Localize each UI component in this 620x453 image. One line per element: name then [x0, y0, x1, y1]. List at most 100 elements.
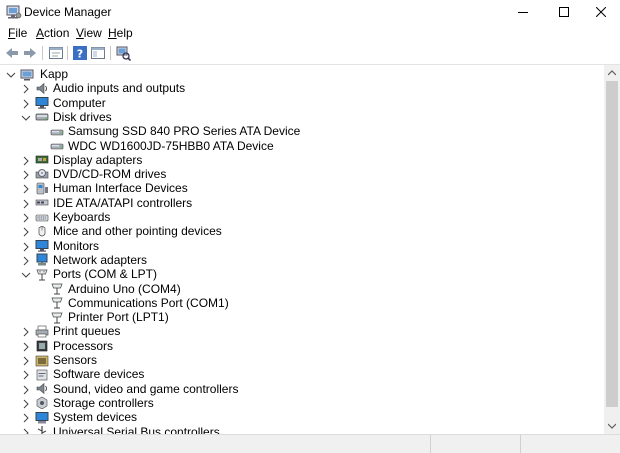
chevron-right-icon[interactable] [21, 213, 31, 223]
close-button[interactable] [586, 0, 616, 24]
toolbar-separator [110, 46, 111, 60]
maximize-button[interactable] [549, 0, 579, 24]
minimize-button[interactable] [508, 0, 538, 24]
expander-ports-com-lpt[interactable] [21, 269, 31, 279]
category-software-devices[interactable]: Software devices [35, 367, 144, 381]
category-audio-inputs-and-outputs[interactable]: Audio inputs and outputs [35, 81, 185, 95]
root-expander[interactable] [6, 69, 16, 79]
chevron-right-icon[interactable] [21, 413, 31, 423]
category-ports-com-lpt[interactable]: Ports (COM & LPT) [35, 267, 157, 281]
category-processors[interactable]: Processors [35, 339, 113, 353]
device-communications-port-com1[interactable]: Communications Port (COM1) [50, 296, 229, 310]
chevron-right-icon[interactable] [21, 399, 31, 409]
expander-ide-ata-atapi-controllers[interactable] [21, 198, 31, 209]
scroll-down-button[interactable] [604, 418, 620, 434]
expander-processors[interactable] [21, 341, 31, 352]
category-print-queues[interactable]: Print queues [35, 324, 120, 338]
chevron-down-icon[interactable] [6, 70, 16, 80]
vertical-scrollbar[interactable] [604, 65, 620, 434]
category-label: Processors [53, 338, 114, 353]
expander-system-devices[interactable] [21, 412, 31, 423]
expander-human-interface-devices[interactable] [21, 183, 31, 194]
display-adapter-icon [35, 155, 49, 164]
expander-mice-and-other-pointing-devices[interactable] [21, 226, 31, 237]
status-pane [520, 435, 521, 453]
category-sound-video-and-game-controllers[interactable]: Sound, video and game controllers [35, 382, 238, 396]
chevron-right-icon[interactable] [21, 227, 31, 237]
category-storage-controllers[interactable]: Storage controllers [35, 396, 154, 410]
dvd-drive-icon [35, 168, 49, 178]
expander-storage-controllers[interactable] [21, 398, 31, 409]
category-display-adapters[interactable]: Display adapters [35, 153, 142, 167]
chevron-right-icon[interactable] [21, 327, 31, 337]
chevron-right-icon[interactable] [21, 184, 31, 194]
category-mice-and-other-pointing-devices[interactable]: Mice and other pointing devices [35, 224, 222, 238]
expander-disk-drives[interactable] [21, 112, 31, 122]
category-label: Disk drives [53, 109, 112, 124]
monitor-icon [35, 97, 49, 109]
device-label: WDC WD1600JD-75HBB0 ATA Device [68, 138, 274, 153]
expander-print-queues[interactable] [21, 326, 31, 337]
category-human-interface-devices[interactable]: Human Interface Devices [35, 181, 188, 195]
expander-display-adapters[interactable] [21, 155, 31, 166]
category-network-adapters[interactable]: Network adapters [35, 253, 147, 267]
expander-dvd-cd-rom-drives[interactable] [21, 169, 31, 180]
category-system-devices[interactable]: System devices [35, 410, 137, 424]
back-icon[interactable] [4, 45, 20, 61]
expander-sensors[interactable] [21, 355, 31, 366]
expander-network-adapters[interactable] [21, 255, 31, 266]
expander-keyboards[interactable] [21, 212, 31, 223]
category-dvd-cd-rom-drives[interactable]: DVD/CD-ROM drives [35, 167, 166, 181]
chevron-right-icon[interactable] [21, 84, 31, 94]
device-label: Samsung SSD 840 PRO Series ATA Device [68, 124, 301, 139]
expander-computer[interactable] [21, 98, 31, 108]
scan-hardware-icon[interactable] [115, 45, 131, 61]
category-ide-ata-atapi-controllers[interactable]: IDE ATA/ATAPI controllers [35, 196, 192, 210]
category-label: System devices [53, 410, 138, 425]
chevron-down-icon[interactable] [21, 270, 31, 280]
device-arduino-uno-com4[interactable]: Arduino Uno (COM4) [50, 282, 181, 296]
show-hide-console-icon[interactable] [90, 45, 106, 61]
chevron-right-icon[interactable] [21, 156, 31, 166]
category-computer[interactable]: Computer [35, 96, 106, 110]
expander-software-devices[interactable] [21, 369, 31, 380]
chevron-right-icon[interactable] [21, 99, 31, 109]
category-disk-drives[interactable]: Disk drives [35, 110, 112, 124]
chevron-right-icon[interactable] [21, 356, 31, 366]
properties-icon[interactable] [48, 45, 64, 61]
chevron-right-icon[interactable] [21, 256, 31, 266]
device-tree[interactable]: Kapp Audio inputs and outputs Computer Disk… [0, 65, 604, 434]
chevron-right-icon[interactable] [21, 242, 31, 252]
menu-help[interactable]: Help [108, 26, 133, 40]
category-keyboards[interactable]: Keyboards [35, 210, 110, 224]
device-samsung-ssd-840-pro-series-ata-device[interactable]: Samsung SSD 840 PRO Series ATA Device [50, 124, 300, 138]
chevron-down-icon[interactable] [21, 113, 31, 123]
category-universal-serial-bus-controllers[interactable]: Universal Serial Bus controllers [35, 425, 220, 434]
menu-action[interactable]: Action [36, 26, 69, 40]
tree-root[interactable]: Kapp [20, 67, 70, 81]
category-sensors[interactable]: Sensors [35, 353, 97, 367]
category-monitors[interactable]: Monitors [35, 239, 99, 253]
device-wdc-wd1600jd-75hbb0-ata-device[interactable]: WDC WD1600JD-75HBB0 ATA Device [50, 139, 274, 153]
expander-monitors[interactable] [21, 241, 31, 251]
chevron-right-icon[interactable] [21, 199, 31, 209]
sensor-icon [35, 355, 49, 366]
device-label: Arduino Uno (COM4) [68, 281, 181, 296]
menu-file-rest: ile [15, 26, 28, 40]
chevron-right-icon[interactable] [21, 170, 31, 180]
help-icon[interactable]: ? [72, 45, 88, 61]
device-printer-port-lpt1[interactable]: Printer Port (LPT1) [50, 310, 169, 324]
expander-audio-inputs-and-outputs[interactable] [21, 83, 31, 94]
category-label: Computer [53, 95, 106, 110]
menu-view[interactable]: View [76, 26, 102, 40]
menu-file[interactable]: File [8, 26, 27, 40]
scroll-up-button[interactable] [604, 65, 620, 81]
expander-universal-serial-bus-controllers[interactable] [21, 427, 31, 434]
forward-icon[interactable] [22, 45, 38, 61]
chevron-right-icon[interactable] [21, 370, 31, 380]
chevron-right-icon[interactable] [21, 385, 31, 395]
expander-sound-video-and-game-controllers[interactable] [21, 384, 31, 394]
printer-icon [35, 325, 49, 338]
scrollbar-thumb[interactable] [606, 81, 618, 407]
chevron-right-icon[interactable] [21, 342, 31, 352]
